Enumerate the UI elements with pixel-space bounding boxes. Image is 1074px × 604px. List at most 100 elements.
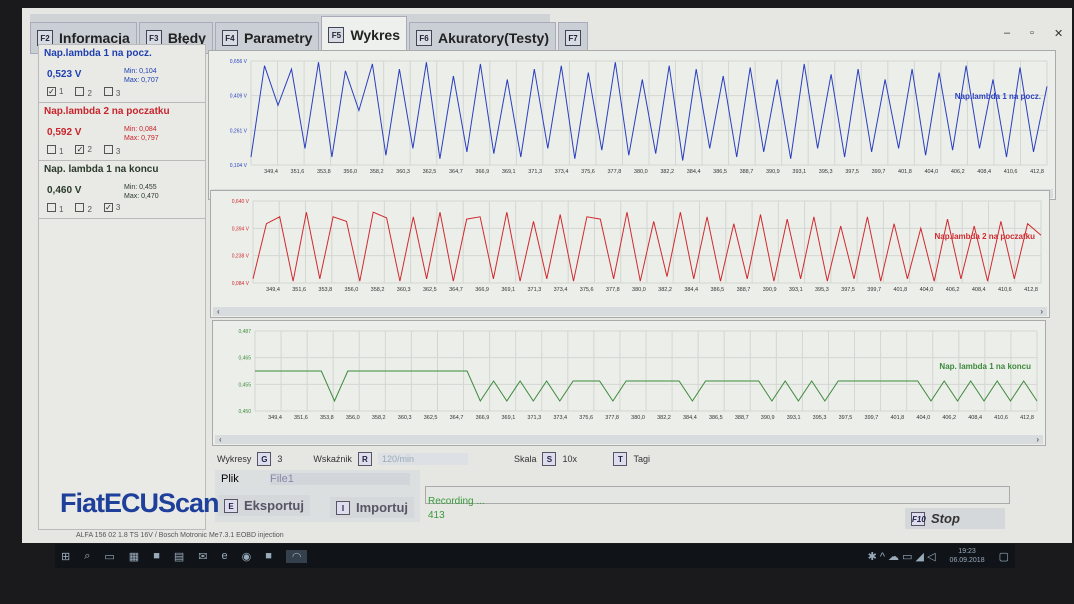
windows-start-icon[interactable]: ⊞ [61,550,70,563]
x-tick-label: 393,1 [789,287,803,293]
sensor-max: Max: 0,470 [124,193,159,200]
checkbox-mark [103,87,113,96]
wskaznik-input[interactable]: 120/min [377,453,468,465]
chart-lambda1-start: 0,656 V 0,409 V 0,261 V 0,104 V 349,4 351,6 35… [208,50,1056,200]
file-label: Plik [221,473,239,485]
x-tick-label: 384,4 [683,415,697,421]
checkbox-mark [47,203,56,212]
y-tick-label: 0,656 V [230,59,248,65]
x-tick-label: 390,9 [763,287,777,293]
skala-select[interactable]: 10x [562,454,607,464]
file-name-input[interactable]: File1 [270,473,410,485]
wykresy-select[interactable]: 3 [277,454,307,464]
x-tick-label: 369,1 [502,169,516,175]
minimize-button[interactable]: – [1004,27,1010,39]
sensor-title: Nap.lambda 1 na pocz. [44,48,152,59]
x-tick-label: 399,7 [867,287,881,293]
app2-icon[interactable]: ■ [265,550,272,562]
checkbox-label: 3 [115,147,121,156]
chart-checkbox-1[interactable]: 1 [47,145,63,156]
chart-svg: 0,656 V 0,409 V 0,261 V 0,104 V 349,4 351,6 35… [230,59,1048,175]
y-tick-label: 0,409 V [230,94,248,100]
x-tick-label: 404,0 [916,415,930,421]
chart-lambda1-end: 0,487 0,465 0,455 0,450 349,4 351,6 353,8 356,0… [212,320,1046,446]
chart-checkbox-3[interactable]: 3 [103,87,121,98]
x-tick-label: 406,2 [951,169,965,175]
x-tick-label: 369,1 [501,287,515,293]
scroll-right-icon[interactable]: › [1036,435,1039,444]
skala-key: S [542,452,557,466]
y-tick-label: 0,640 V [232,199,250,205]
export-button[interactable]: E Eksportuj [218,495,310,516]
y-tick-label: 0,261 V [230,128,248,134]
x-tick-label: 360,3 [396,169,410,175]
chart-checkbox-3[interactable]: ✓ 3 [103,203,120,214]
x-tick-label: 388,7 [735,415,749,421]
x-tick-label: 364,7 [450,415,464,421]
task-view-icon[interactable]: ▭ [104,550,114,563]
x-tick-label: 349,4 [268,415,282,421]
edge-icon[interactable]: e [221,550,227,562]
x-tick-label: 401,8 [893,287,907,293]
stop-button[interactable]: F10 Stop [905,508,1005,529]
chart-checkbox-1[interactable]: ✓ 1 [47,87,63,98]
x-tick-label: 362,5 [423,169,437,175]
game-icon[interactable]: ◉ [242,550,252,563]
y-tick-label: 0,394 V [232,226,250,232]
store-icon[interactable]: ■ [153,550,160,562]
checkbox-label: 1 [59,87,64,96]
sensor-value: 0,592 V [47,127,82,138]
x-tick-label: 397,5 [841,287,855,293]
scroll-left-icon[interactable]: ‹ [219,435,222,444]
scroll-left-icon[interactable]: ‹ [217,307,220,316]
x-tick-label: 404,0 [924,169,938,175]
tab-3[interactable]: F5 Wykres [321,16,407,54]
sensor-panel: Nap.lambda 1 na pocz. 0,523 V Min: 0,104… [38,44,206,530]
chart-checkbox-1[interactable]: 1 [47,203,63,214]
mail-icon[interactable]: ✉ [198,550,207,563]
sensor-max: Max: 0,797 [124,135,159,142]
checkbox-mark: ✓ [47,87,56,96]
sensor-value: 0,460 V [47,185,82,196]
maximize-button[interactable]: ▫ [1030,27,1034,39]
x-tick-label: 408,4 [977,169,991,175]
x-tick-label: 408,4 [972,287,986,293]
sensor-max: Max: 0,707 [124,77,159,84]
checkbox-label: 3 [115,89,121,98]
tab-label: Parametry [243,30,313,46]
y-tick-label: 0,238 V [232,254,250,260]
x-tick-label: 356,0 [343,169,357,175]
stop-key: F10 [911,511,926,526]
sensor-min: Min: 0,104 [124,68,157,75]
chart-checkbox-2[interactable]: 2 [75,87,92,98]
x-tick-label: 382,2 [660,169,674,175]
search-icon[interactable]: ⌕ [84,550,90,563]
x-tick-label: 388,7 [737,287,751,293]
checkbox-label: 2 [87,89,92,98]
tagi-key: T [613,452,628,466]
scroll-right-icon[interactable]: › [1040,307,1043,316]
fiatecuscan-task-icon[interactable]: ◠ [285,549,308,563]
x-tick-label: 386,5 [709,415,723,421]
app-icon[interactable]: ▦ [129,550,139,563]
chart-controls: Wykresy G 3 Wskaźnik R 120/min Skala S 1… [217,449,1017,469]
chart-checkbox-2[interactable]: ✓ 2 [75,145,92,156]
x-tick-label: 384,4 [687,169,701,175]
chart-scrollbar[interactable]: ‹› [213,307,1047,316]
import-button[interactable]: I Importuj [330,497,414,518]
close-button[interactable]: ✕ [1054,27,1063,40]
recording-status: Recording ... [428,496,485,507]
tagi-toggle[interactable]: Tagi [633,454,650,464]
x-tick-label: 386,5 [710,287,724,293]
chart-checkbox-3[interactable]: 3 [103,145,121,156]
x-tick-label: 353,8 [320,415,334,421]
x-tick-label: 360,3 [398,415,412,421]
x-tick-label: 380,0 [632,287,646,293]
chart-scrollbar[interactable]: ‹› [215,435,1043,444]
wykresy-key: G [257,452,272,466]
tray-icons[interactable]: ✱ ^ ☁ ▭ ◢ ◁ [868,550,936,563]
chart-checkbox-2[interactable]: 2 [75,203,92,214]
y-tick-label: 0,084 V [232,281,250,287]
notifications-icon[interactable]: ▢ [999,550,1009,563]
folder-icon[interactable]: ▤ [174,550,184,563]
